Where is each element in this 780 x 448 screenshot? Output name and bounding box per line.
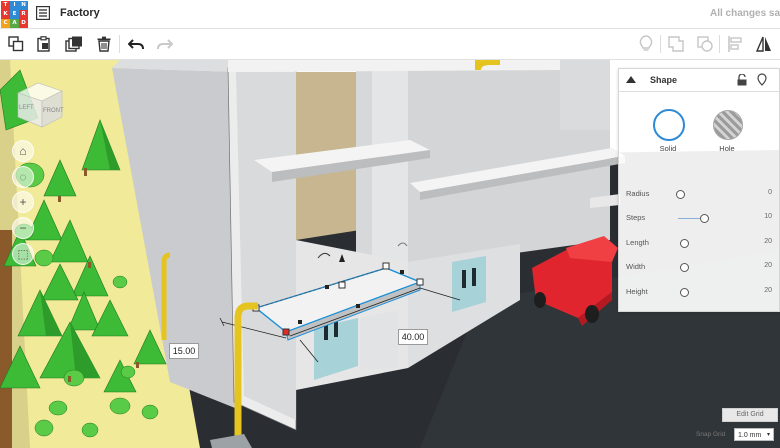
logo-letter: A	[10, 19, 19, 28]
property-length[interactable]: Length 20	[626, 238, 772, 250]
paste-icon[interactable]	[32, 32, 56, 56]
chevron-down-icon: ▾	[766, 432, 770, 438]
property-value[interactable]: 20	[764, 262, 772, 269]
design-list-icon[interactable]	[35, 5, 51, 21]
logo-letter: C	[1, 19, 10, 28]
property-value[interactable]: 10	[764, 213, 772, 220]
fit-view-icon[interactable]: ◌	[12, 166, 34, 188]
lightbulb-icon[interactable]	[634, 32, 658, 56]
hole-swatch[interactable]	[713, 110, 743, 140]
snap-grid-select[interactable]: 1.0 mm ▾	[734, 428, 774, 441]
undo-icon[interactable]	[124, 32, 148, 56]
snap-grid-label: Snap Grid	[696, 431, 726, 438]
dimension-input-left[interactable]: 15.00	[169, 343, 199, 359]
property-label: Length	[626, 238, 649, 247]
logo-letter: D	[19, 19, 28, 28]
group-icon[interactable]	[664, 32, 688, 56]
logo-letter: N	[19, 1, 28, 10]
viewcube-front-face: FRONT	[43, 108, 64, 114]
length-slider[interactable]	[680, 239, 689, 248]
property-value[interactable]: 20	[764, 238, 772, 245]
edit-toolbar	[0, 29, 780, 60]
steps-slider[interactable]	[700, 214, 709, 223]
height-slider[interactable]	[680, 288, 689, 297]
property-label: Height	[626, 287, 648, 296]
duplicate-icon[interactable]	[62, 32, 86, 56]
home-view-icon[interactable]: ⌂	[12, 140, 34, 162]
steps-slider-track	[678, 218, 700, 219]
logo-letter: I	[10, 1, 19, 10]
logo-letter: R	[19, 10, 28, 19]
top-bar: T I N K E R C A D Factory All changes sa…	[0, 0, 780, 29]
property-steps[interactable]: Steps 10	[626, 213, 772, 225]
property-radius[interactable]: Radius 0	[626, 189, 772, 201]
property-value[interactable]: 0	[768, 189, 772, 196]
dimension-input-right[interactable]: 40.00	[398, 329, 428, 345]
shape-inspector-panel: Shape Solid Hole Radius 0 Steps 10 Lengt…	[618, 68, 780, 312]
snap-grid-value: 1.0 mm	[738, 432, 762, 439]
ungroup-icon[interactable]	[693, 32, 717, 56]
save-status: All changes saved	[710, 8, 780, 19]
property-label: Steps	[626, 213, 646, 222]
align-icon[interactable]	[723, 32, 747, 56]
radius-slider[interactable]	[676, 190, 685, 199]
zoom-in-icon[interactable]: +	[12, 191, 34, 213]
logo-letter: K	[1, 10, 10, 19]
solid-label: Solid	[659, 144, 677, 153]
redo-icon[interactable]	[153, 32, 177, 56]
property-label: Radius	[626, 189, 650, 198]
tinkercad-logo[interactable]: T I N K E R C A D	[1, 1, 29, 28]
lock-icon[interactable]	[737, 74, 747, 86]
view-cube[interactable]: LEFT FRONT	[14, 77, 66, 134]
logo-letter: E	[10, 10, 19, 19]
property-value[interactable]: 20	[764, 287, 772, 294]
mirror-icon[interactable]	[752, 32, 776, 56]
viewcube-left-face: LEFT	[19, 105, 34, 111]
copy-icon[interactable]	[4, 32, 28, 56]
logo-letter: T	[1, 1, 10, 10]
solid-color-swatch[interactable]	[653, 109, 685, 141]
collapse-icon[interactable]	[626, 76, 636, 83]
property-label: Width	[626, 262, 646, 271]
toolbar-divider	[719, 35, 720, 53]
visibility-icon[interactable]	[757, 73, 767, 86]
panel-header: Shape	[619, 69, 779, 92]
toolbar-divider	[119, 35, 120, 53]
property-width[interactable]: Width 20	[626, 262, 772, 274]
hole-label: Hole	[719, 144, 735, 153]
ortho-toggle-icon[interactable]: ⬚	[12, 243, 34, 265]
edit-grid-button[interactable]: Edit Grid	[722, 408, 778, 422]
width-slider[interactable]	[680, 263, 689, 272]
property-height[interactable]: Height 20	[626, 287, 772, 299]
zoom-out-icon[interactable]: −	[12, 217, 34, 239]
toolbar-divider	[660, 35, 661, 53]
panel-title: Shape	[650, 75, 678, 85]
design-title[interactable]: Factory	[60, 7, 100, 19]
delete-icon[interactable]	[92, 32, 116, 56]
